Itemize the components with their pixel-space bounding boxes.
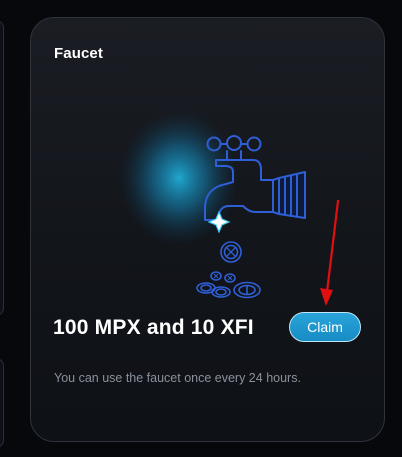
faucet-card: Faucet 100 MPX and 10 XFI Claim You can … (30, 17, 385, 442)
card-title: Faucet (54, 45, 103, 62)
adjacent-card-edge (0, 20, 4, 316)
reward-amount: 100 MPX and 10 XFI (53, 316, 254, 339)
faucet-illustration-icon (119, 110, 306, 299)
claim-button[interactable]: Claim (289, 312, 361, 342)
cooldown-hint: You can use the faucet once every 24 hou… (54, 371, 301, 385)
adjacent-card-edge (0, 358, 4, 448)
